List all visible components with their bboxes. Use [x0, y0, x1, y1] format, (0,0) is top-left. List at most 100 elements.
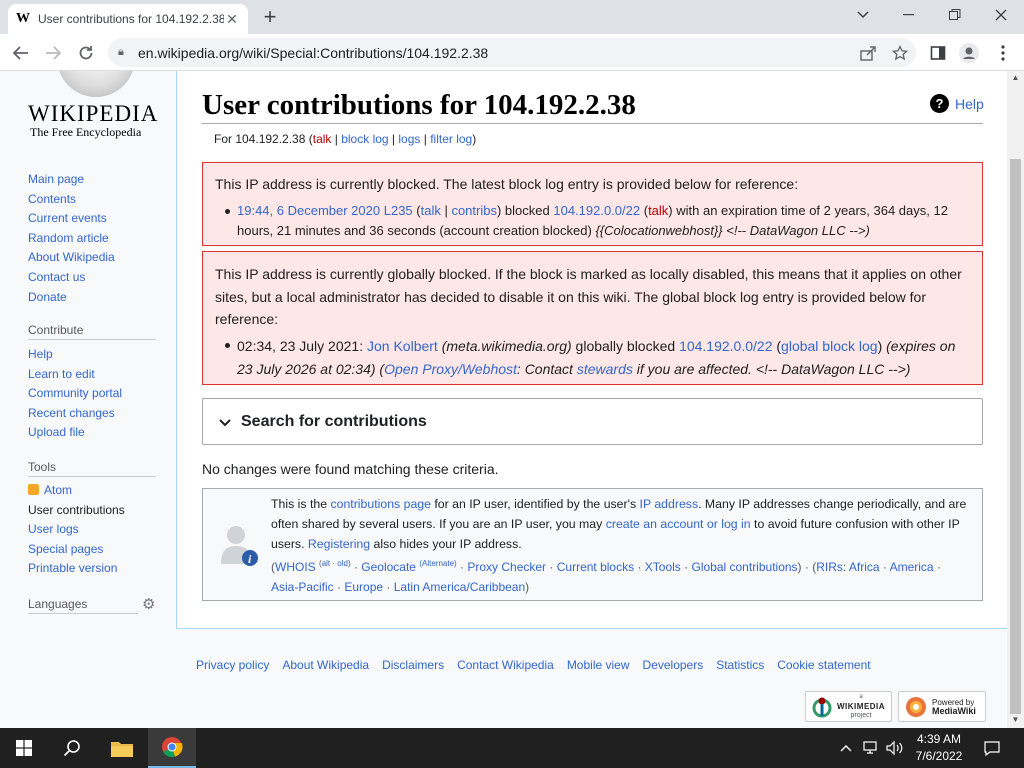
wikipedia-globe-logo[interactable]: 维 Ω [57, 71, 135, 97]
block-log-link[interactable]: block log [341, 132, 388, 146]
scroll-down-arrow-icon[interactable]: ▼ [1007, 715, 1024, 724]
wikipedia-wordmark[interactable]: WIKIPEDIA [28, 101, 158, 127]
footer-link-cookie-statement[interactable]: Cookie statement [777, 658, 870, 672]
tab-search-icon[interactable] [840, 0, 886, 30]
browser-tab[interactable]: W User contributions for 104.192.2.38 - … [8, 4, 248, 34]
registering-link[interactable]: Registering [308, 537, 370, 551]
rir-europe-link[interactable]: Europe [344, 580, 383, 594]
whois-old-link[interactable]: old [337, 559, 348, 568]
global-blocked-range-link[interactable]: 104.192.0.0/22 [679, 338, 772, 354]
address-bar[interactable]: 🔒︎ en.wikipedia.org/wiki/Special:Contrib… [108, 38, 916, 67]
admin-contribs-link[interactable]: contribs [451, 203, 497, 218]
search-contributions-label: Search for contributions [241, 412, 427, 430]
xtools-link[interactable]: XTools [645, 560, 681, 574]
sidebar-item-contact-us[interactable]: Contact us [28, 268, 115, 288]
talk-link[interactable]: talk [313, 132, 332, 146]
global-admin-link[interactable]: Jon Kolbert [367, 338, 438, 354]
sidebar-item-upload-file[interactable]: Upload file [28, 423, 122, 443]
profile-avatar-icon[interactable] [956, 40, 982, 66]
close-tab-icon[interactable]: ✕ [224, 11, 240, 28]
sidebar-item-help[interactable]: Help [28, 345, 122, 365]
rirs-link[interactable]: RIRs [816, 560, 843, 574]
footer-link-contact-wikipedia[interactable]: Contact Wikipedia [457, 658, 554, 672]
close-window-icon[interactable] [978, 0, 1024, 30]
whois-link[interactable]: WHOIS [275, 560, 316, 574]
new-tab-button[interactable]: + [258, 4, 282, 30]
sidebar-item-learn-to-edit[interactable]: Learn to edit [28, 365, 122, 385]
volume-icon[interactable] [884, 728, 906, 768]
sidebar-item-random-article[interactable]: Random article [28, 229, 115, 249]
wikimedia-logo-icon [812, 697, 832, 717]
windows-start-icon[interactable] [0, 728, 48, 768]
menu-kebab-icon[interactable] [990, 40, 1016, 66]
share-icon[interactable] [852, 45, 884, 61]
chrome-taskbar-icon[interactable] [148, 728, 196, 768]
network-icon[interactable] [860, 728, 882, 768]
rir-asia-pacific-link[interactable]: Asia-Pacific [271, 580, 334, 594]
sidebar-item-atom[interactable]: Atom [28, 481, 125, 501]
contributions-page-link[interactable]: contributions page [330, 497, 431, 511]
footer-link-about-wikipedia[interactable]: About Wikipedia [282, 658, 369, 672]
sidebar-item-main-page[interactable]: Main page [28, 170, 115, 190]
footer-link-statistics[interactable]: Statistics [716, 658, 764, 672]
footer-link-developers[interactable]: Developers [643, 658, 704, 672]
scroll-up-arrow-icon[interactable]: ▲ [1007, 73, 1024, 82]
geolocate-alternate-link[interactable]: (Alternate) [419, 559, 456, 568]
sidebar-item-user-logs[interactable]: User logs [28, 520, 125, 540]
rir-africa-link[interactable]: Africa [849, 560, 880, 574]
proxy-checker-link[interactable]: Proxy Checker [467, 560, 546, 574]
whois-alt-link[interactable]: alt [322, 559, 330, 568]
block-timestamp-link[interactable]: 19:44, 6 December 2020 [237, 203, 380, 218]
restore-icon[interactable] [932, 0, 978, 30]
sidebar-item-donate[interactable]: Donate [28, 288, 115, 308]
file-explorer-icon[interactable] [98, 728, 146, 768]
search-contributions-toggle[interactable]: Search for contributions [202, 398, 983, 445]
blocked-range-link[interactable]: 104.192.0.0/22 [553, 203, 640, 218]
wikimedia-project-badge[interactable]: a WIKIMEDIA project [805, 691, 892, 722]
sidebar-item-recent-changes[interactable]: Recent changes [28, 404, 122, 424]
scrollbar-thumb[interactable] [1010, 159, 1021, 714]
sidebar-item-about-wikipedia[interactable]: About Wikipedia [28, 248, 115, 268]
notifications-icon[interactable] [978, 728, 1006, 768]
logs-link[interactable]: logs [398, 132, 420, 146]
sidebar-item-user-contributions[interactable]: User contributions [28, 501, 125, 521]
admin-talk-link[interactable]: talk [421, 203, 441, 218]
bookmark-star-icon[interactable] [884, 44, 916, 61]
language-settings-gear-icon[interactable]: ⚙ [142, 595, 155, 613]
blocking-admin-link[interactable]: L235 [384, 203, 413, 218]
sidebar-item-current-events[interactable]: Current events [28, 209, 115, 229]
create-account-link[interactable]: create an account or log in [606, 517, 751, 531]
lock-icon[interactable]: 🔒︎ [118, 46, 138, 59]
filter-log-link[interactable]: filter log [430, 132, 472, 146]
minimize-icon[interactable] [886, 0, 932, 30]
sidebar-item-contents[interactable]: Contents [28, 190, 115, 210]
geolocate-link[interactable]: Geolocate [361, 560, 416, 574]
sidebar-item-community-portal[interactable]: Community portal [28, 384, 122, 404]
current-blocks-link[interactable]: Current blocks [557, 560, 634, 574]
page-title: User contributions for 104.192.2.38 [202, 89, 636, 121]
sidebar-item-special-pages[interactable]: Special pages [28, 540, 125, 560]
reload-icon[interactable] [73, 40, 99, 66]
show-hidden-icons-chevron-icon[interactable] [836, 728, 856, 768]
footer-link-privacy-policy[interactable]: Privacy policy [196, 658, 269, 672]
range-talk-link[interactable]: talk [648, 203, 668, 218]
back-icon[interactable] [8, 40, 34, 66]
rir-latin-america-link[interactable]: Latin America/Caribbean [394, 580, 525, 594]
sidebar-item-printable-version[interactable]: Printable version [28, 559, 125, 579]
side-panel-icon[interactable] [925, 40, 951, 66]
stewards-link[interactable]: stewards [577, 361, 633, 377]
block-log-list: 19:44, 6 December 2020 L235 (talk | cont… [225, 201, 970, 241]
taskbar-clock[interactable]: 4:39 AM 7/6/2022 [904, 731, 974, 765]
footer-link-disclaimers[interactable]: Disclaimers [382, 658, 444, 672]
ip-address-link[interactable]: IP address [640, 497, 699, 511]
page-scrollbar[interactable]: ▲ ▼ [1007, 71, 1024, 728]
rir-america-link[interactable]: America [890, 560, 934, 574]
global-block-log-link[interactable]: global block log [781, 338, 878, 354]
forward-icon[interactable] [40, 40, 66, 66]
global-contributions-link[interactable]: Global contributions [691, 560, 797, 574]
powered-by-mediawiki-badge[interactable]: Powered by MediaWiki [898, 691, 986, 722]
footer-link-mobile-view[interactable]: Mobile view [567, 658, 630, 672]
help-link[interactable]: ? Help [930, 94, 984, 113]
taskbar-search-icon[interactable] [48, 728, 96, 768]
open-proxy-link[interactable]: Open Proxy/Webhost [384, 361, 517, 377]
